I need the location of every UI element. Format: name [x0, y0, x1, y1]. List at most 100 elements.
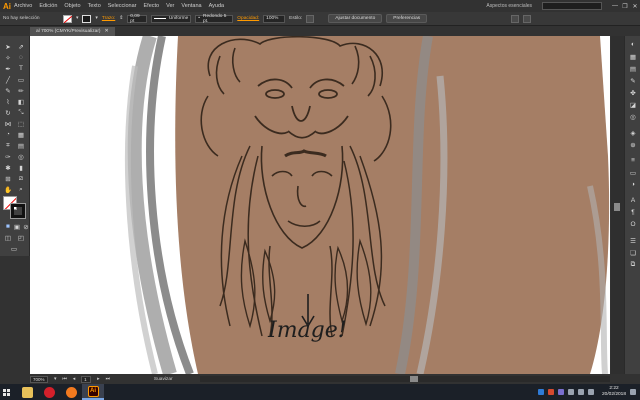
draw-normal-icon[interactable]: ◫ — [3, 233, 13, 242]
transform-panel-icon[interactable]: ⧉ — [628, 260, 638, 269]
zoom-tool-icon[interactable]: ⌕ — [16, 185, 26, 194]
symbols-panel-icon[interactable]: ✤ — [628, 88, 638, 97]
magic-wand-tool-icon[interactable]: ✧ — [3, 53, 13, 62]
screen-mode-icon[interactable]: ▭ — [9, 244, 19, 253]
horizontal-scroll-thumb[interactable] — [410, 376, 418, 382]
character-panel-icon[interactable]: A — [628, 196, 638, 205]
start-button[interactable] — [0, 384, 12, 400]
gradient-panel-icon[interactable]: ▭ — [628, 168, 638, 177]
menu-ver[interactable]: Ver — [166, 3, 174, 9]
zoom-dropdown-icon[interactable]: ▾ — [54, 377, 56, 382]
eyedropper-tool-icon[interactable]: ✑ — [3, 152, 13, 161]
opacity-field[interactable]: 100% — [263, 14, 286, 23]
align-panel-icon[interactable]: ☰ — [628, 236, 638, 245]
rotate-tool-icon[interactable]: ↻ — [3, 108, 13, 117]
volume-icon[interactable] — [587, 389, 594, 395]
fill-swatch[interactable] — [63, 14, 72, 23]
pathfinder-panel-icon[interactable]: ❏ — [628, 248, 638, 257]
layers-panel-icon[interactable]: ◈ — [628, 128, 638, 137]
artboard-tool-icon[interactable]: ⊞ — [3, 174, 13, 183]
symbol-sprayer-tool-icon[interactable]: ✱ — [3, 163, 13, 172]
notifications-icon[interactable] — [630, 389, 636, 395]
eraser-tool-icon[interactable]: ◧ — [16, 97, 26, 106]
arrange-documents-icon[interactable] — [511, 14, 520, 23]
hand-tool-icon[interactable]: ✋ — [3, 185, 13, 194]
preferences-button[interactable]: Preferencias — [386, 14, 428, 23]
stroke-stepper-icon[interactable]: ⇕ — [119, 16, 123, 21]
menu-edicion[interactable]: Edición — [39, 3, 57, 9]
opentype-panel-icon[interactable]: O — [628, 220, 638, 229]
menu-archivo[interactable]: Archivo — [14, 3, 32, 9]
paragraph-panel-icon[interactable]: ¶ — [628, 208, 638, 217]
artboards-panel-icon[interactable]: ⊕ — [628, 140, 638, 149]
stroke-weight-field[interactable]: 0,09 pt — [127, 14, 148, 24]
taskbar-file-explorer[interactable] — [16, 384, 38, 400]
brush-definition[interactable]: • Redondo 5 pt. — [195, 14, 234, 24]
menu-ayuda[interactable]: Ayuda — [209, 3, 225, 9]
line-tool-icon[interactable]: ╱ — [3, 75, 13, 84]
taskbar-opera[interactable] — [38, 384, 60, 400]
menu-seleccionar[interactable]: Seleccionar — [108, 3, 137, 9]
workspace-switcher[interactable]: Aspectos esenciales — [486, 3, 532, 9]
swatches-panel-icon[interactable]: ▤ — [628, 64, 638, 73]
tray-app-icon-1[interactable] — [537, 389, 544, 395]
pen-tool-icon[interactable]: ✒ — [3, 64, 13, 73]
brushes-panel-icon[interactable]: ✎ — [628, 76, 638, 85]
stroke-black-box[interactable] — [10, 203, 26, 219]
transparency-panel-icon[interactable]: ◑ — [628, 180, 638, 189]
taskbar-illustrator[interactable]: Ai — [82, 384, 104, 400]
variable-width-profile[interactable]: Uniforme — [151, 14, 192, 23]
vertical-scroll-thumb[interactable] — [614, 203, 620, 211]
scale-tool-icon[interactable]: ⤡ — [16, 108, 26, 117]
close-window-button[interactable]: ✕ — [630, 3, 640, 10]
selection-tool-icon[interactable]: ➤ — [3, 42, 13, 51]
none-mode-icon[interactable]: ⊘ — [21, 222, 31, 231]
rectangle-tool-icon[interactable]: ▭ — [16, 75, 26, 84]
prev-artboard-icon[interactable]: ◂ — [73, 377, 75, 382]
tray-app-icon-3[interactable] — [557, 389, 564, 395]
stroke-swatch[interactable] — [82, 14, 92, 23]
slice-tool-icon[interactable]: ⧄ — [16, 174, 26, 183]
type-tool-icon[interactable]: T — [16, 64, 26, 73]
menu-texto[interactable]: Texto — [88, 3, 101, 9]
fill-stroke-widget[interactable] — [3, 196, 26, 219]
free-transform-tool-icon[interactable]: ⬚ — [16, 119, 26, 128]
network-icon[interactable] — [577, 389, 584, 395]
menu-ventana[interactable]: Ventana — [181, 3, 201, 9]
search-stock-input[interactable] — [542, 2, 602, 10]
vertical-scrollbar[interactable] — [611, 36, 624, 374]
next-artboard-icon[interactable]: ▸ — [97, 377, 99, 382]
stroke-panel-icon[interactable]: ≡ — [628, 156, 638, 165]
mesh-tool-icon[interactable]: ⌗ — [3, 141, 13, 150]
zoom-level-field[interactable]: 700% — [30, 375, 48, 383]
close-tab-icon[interactable]: ✕ — [105, 29, 109, 34]
horizontal-scrollbar[interactable] — [200, 376, 610, 382]
minimize-button[interactable]: — — [610, 3, 620, 9]
blob-brush-tool-icon[interactable]: ⌇ — [3, 97, 13, 106]
document-tab[interactable]: al 700% (CMYK/Previsualizar) ✕ — [30, 27, 115, 36]
width-tool-icon[interactable]: ⋈ — [3, 119, 13, 128]
panel-menu-icon[interactable] — [523, 14, 532, 23]
artboard-number-field[interactable]: 1 — [81, 375, 92, 383]
shape-builder-tool-icon[interactable]: ◔ — [3, 130, 13, 139]
perspective-grid-tool-icon[interactable]: ▦ — [16, 130, 26, 139]
stroke-label[interactable]: Trazo: — [102, 16, 115, 21]
stroke-dropdown-icon[interactable]: ▾ — [95, 16, 97, 21]
artboard-canvas[interactable]: Image! — [30, 36, 610, 374]
column-graph-tool-icon[interactable]: ▮ — [16, 163, 26, 172]
tray-chevron-icon[interactable] — [567, 389, 574, 395]
paintbrush-tool-icon[interactable]: ✎ — [3, 86, 13, 95]
menu-objeto[interactable]: Objeto — [64, 3, 80, 9]
first-artboard-icon[interactable]: ⏮ — [62, 376, 66, 382]
color-guide-icon[interactable]: ▦ — [628, 52, 638, 61]
color-panel-icon[interactable]: ◐ — [628, 40, 638, 49]
direct-selection-tool-icon[interactable]: ⇗ — [16, 42, 26, 51]
appearance-panel-icon[interactable]: ◎ — [628, 112, 638, 121]
pencil-tool-icon[interactable]: ✏ — [16, 86, 26, 95]
maximize-button[interactable]: ❐ — [620, 3, 630, 10]
last-artboard-icon[interactable]: ⏭ — [106, 376, 110, 382]
lasso-tool-icon[interactable]: ◌ — [16, 53, 26, 62]
opacity-label[interactable]: Opacidad: — [237, 16, 259, 21]
gradient-tool-icon[interactable]: ▤ — [16, 141, 26, 150]
document-setup-button[interactable]: Ajustar documento — [328, 14, 383, 23]
